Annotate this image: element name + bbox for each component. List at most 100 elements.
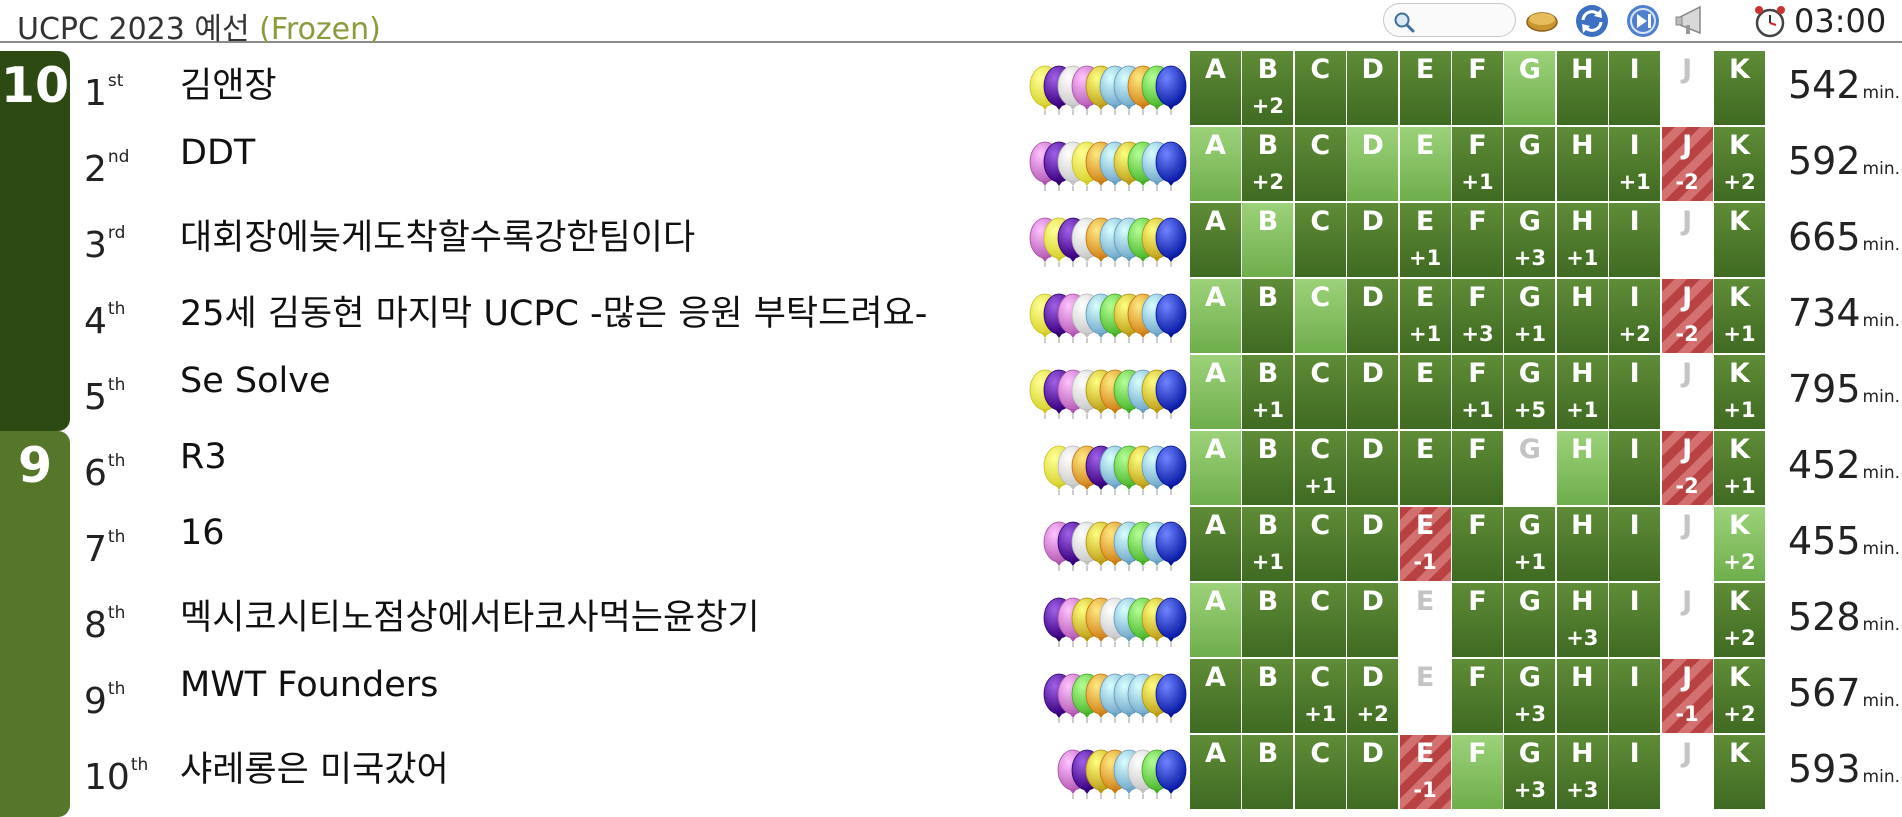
problem-cell-g[interactable]: G +1 (1504, 507, 1556, 581)
team-row[interactable]: 7th 16 A B +1 C D E -1 F G +1 H I J K +2 455 min. (0, 507, 1902, 583)
pie-icon[interactable] (1525, 3, 1559, 37)
problem-cell-i[interactable]: I (1609, 659, 1661, 733)
problem-cell-k[interactable]: K +2 (1714, 659, 1765, 733)
problem-cell-b[interactable]: B +1 (1242, 507, 1294, 581)
problem-cell-g[interactable]: G +3 (1504, 735, 1556, 809)
team-row[interactable]: 8th 멕시코시티노점상에서타코사먹는윤창기 A B C D E F G H +3 I J K +2 528 m… (0, 583, 1902, 659)
problem-cell-g[interactable]: G +3 (1504, 203, 1556, 277)
problem-cell-c[interactable]: C (1294, 127, 1346, 201)
problem-cell-g[interactable]: G (1504, 51, 1556, 125)
problem-cell-d[interactable]: D (1347, 203, 1399, 277)
team-name[interactable]: 25세 김동현 마지막 UCPC -많은 응원 부탁드려요- (180, 285, 927, 336)
team-row[interactable]: 10th 샤레롱은 미국갔어 A B C D E -1 F G +3 H +3 I J K 593 min. (0, 735, 1902, 811)
problem-cell-k[interactable]: K +2 (1714, 507, 1765, 581)
problem-cell-e[interactable]: E -1 (1399, 735, 1451, 809)
problem-cell-a[interactable]: A (1190, 583, 1241, 657)
problem-cell-c[interactable]: C +1 (1294, 659, 1346, 733)
problem-cell-c[interactable]: C (1294, 355, 1346, 429)
problem-cell-e[interactable]: E +1 (1399, 279, 1451, 353)
problem-cell-i[interactable]: I (1609, 431, 1661, 505)
problem-cell-j[interactable]: J (1661, 735, 1713, 809)
team-row[interactable]: 5th Se Solve A B +1 C D E F +1 G +5 H +1 I J K +1 795 min. (0, 355, 1902, 431)
problem-cell-h[interactable]: H (1556, 507, 1608, 581)
team-row[interactable]: 3rd 대회장에늦게도착할수록강한팀이다 A B C D E +1 F G +3 H +1 I J K 665 m… (0, 203, 1902, 279)
problem-cell-g[interactable]: G +5 (1504, 355, 1556, 429)
team-row[interactable]: 9th MWT Founders A B C +1 D +2 E F G +3 H I J -1 K +2 567 m… (0, 659, 1902, 735)
skip-next-icon[interactable] (1625, 3, 1661, 39)
team-name[interactable]: R3 (180, 437, 227, 477)
problem-cell-f[interactable]: F (1452, 659, 1503, 733)
search-input[interactable] (1383, 3, 1516, 37)
problem-cell-i[interactable]: I (1609, 355, 1661, 429)
problem-cell-i[interactable]: I (1609, 203, 1661, 277)
team-name[interactable]: 16 (180, 513, 225, 553)
problem-cell-c[interactable]: C (1294, 507, 1346, 581)
problem-cell-b[interactable]: B (1242, 583, 1294, 657)
problem-cell-k[interactable]: K (1714, 51, 1765, 125)
problem-cell-h[interactable]: H (1556, 659, 1608, 733)
problem-cell-h[interactable]: H (1556, 279, 1608, 353)
problem-cell-g[interactable]: G +1 (1504, 279, 1556, 353)
problem-cell-j[interactable]: J -2 (1661, 279, 1713, 353)
team-name[interactable]: 샤레롱은 미국갔어 (180, 741, 449, 792)
team-row[interactable]: 2nd DDT A B +2 C D E F +1 G H I +1 J -2 K +2 592 min. (0, 127, 1902, 203)
problem-cell-d[interactable]: D (1347, 431, 1399, 505)
problem-cell-b[interactable]: B (1242, 431, 1294, 505)
problem-cell-a[interactable]: A (1190, 431, 1241, 505)
problem-cell-e[interactable]: E (1399, 51, 1451, 125)
problem-cell-e[interactable]: E (1399, 355, 1451, 429)
problem-cell-d[interactable]: D (1347, 51, 1399, 125)
team-row[interactable]: 4th 25세 김동현 마지막 UCPC -많은 응원 부탁드려요- A B C D E +1… (0, 279, 1902, 355)
problem-cell-d[interactable]: D (1347, 735, 1399, 809)
problem-cell-e[interactable]: E (1399, 431, 1451, 505)
problem-cell-c[interactable]: C (1294, 583, 1346, 657)
problem-cell-d[interactable]: D (1347, 355, 1399, 429)
problem-cell-b[interactable]: B +2 (1242, 51, 1294, 125)
problem-cell-g[interactable]: G (1504, 127, 1556, 201)
problem-cell-a[interactable]: A (1190, 735, 1241, 809)
problem-cell-h[interactable]: H (1556, 431, 1608, 505)
problem-cell-j[interactable]: J -1 (1661, 659, 1713, 733)
team-name[interactable]: 대회장에늦게도착할수록강한팀이다 (180, 209, 695, 260)
problem-cell-i[interactable]: I (1609, 51, 1661, 125)
team-row[interactable]: 6th R3 A B C +1 D E F G H I J -2 K +1 452 min. (0, 431, 1902, 507)
problem-cell-i[interactable]: I +2 (1609, 279, 1661, 353)
team-row[interactable]: 1st 김앤장 A B +2 C D E F G H I J K 542 min. (0, 51, 1902, 127)
team-name[interactable]: DDT (180, 133, 255, 173)
problem-cell-e[interactable]: E -1 (1399, 507, 1451, 581)
problem-cell-i[interactable]: I (1609, 583, 1661, 657)
problem-cell-d[interactable]: D +2 (1347, 659, 1399, 733)
problem-cell-h[interactable]: H +1 (1556, 355, 1608, 429)
problem-cell-b[interactable]: B (1242, 279, 1294, 353)
problem-cell-j[interactable]: J (1661, 203, 1713, 277)
problem-cell-f[interactable]: F (1452, 431, 1503, 505)
problem-cell-f[interactable]: F +1 (1452, 355, 1503, 429)
problem-cell-f[interactable]: F +3 (1452, 279, 1503, 353)
problem-cell-f[interactable]: F (1452, 51, 1503, 125)
problem-cell-i[interactable]: I (1609, 735, 1661, 809)
problem-cell-b[interactable]: B +2 (1242, 127, 1294, 201)
problem-cell-f[interactable]: F (1452, 583, 1503, 657)
problem-cell-j[interactable]: J (1661, 507, 1713, 581)
problem-cell-e[interactable]: E +1 (1399, 203, 1451, 277)
refresh-icon[interactable] (1574, 3, 1610, 39)
problem-cell-c[interactable]: C (1294, 735, 1346, 809)
problem-cell-e[interactable]: E (1399, 127, 1451, 201)
problem-cell-k[interactable]: K +2 (1714, 583, 1765, 657)
problem-cell-f[interactable]: F (1452, 507, 1503, 581)
problem-cell-h[interactable]: H +1 (1556, 203, 1608, 277)
problem-cell-k[interactable]: K (1714, 735, 1765, 809)
team-name[interactable]: Se Solve (180, 361, 330, 401)
team-name[interactable]: 김앤장 (180, 57, 277, 108)
problem-cell-j[interactable]: J (1661, 583, 1713, 657)
problem-cell-d[interactable]: D (1347, 583, 1399, 657)
team-name[interactable]: 멕시코시티노점상에서타코사먹는윤창기 (180, 589, 760, 640)
problem-cell-d[interactable]: D (1347, 127, 1399, 201)
problem-cell-e[interactable]: E (1399, 583, 1451, 657)
problem-cell-g[interactable]: G +3 (1504, 659, 1556, 733)
problem-cell-a[interactable]: A (1190, 355, 1241, 429)
problem-cell-h[interactable]: H (1556, 127, 1608, 201)
problem-cell-j[interactable]: J -2 (1661, 127, 1713, 201)
problem-cell-f[interactable]: F +1 (1452, 127, 1503, 201)
problem-cell-a[interactable]: A (1190, 127, 1241, 201)
